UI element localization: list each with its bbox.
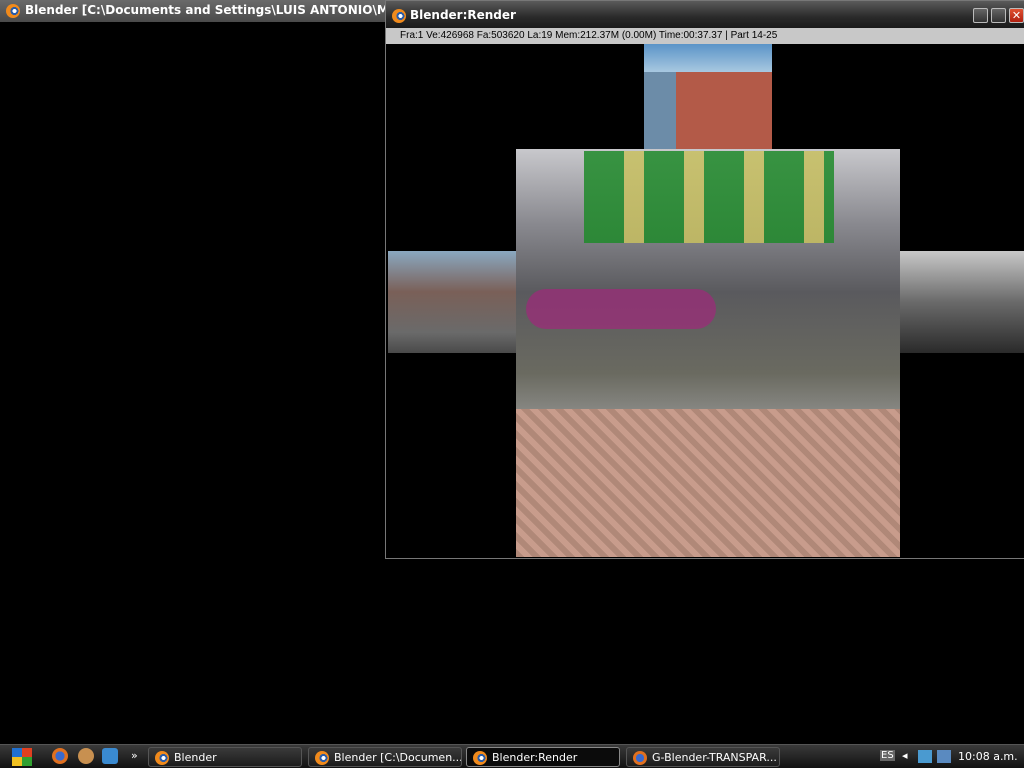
maximize-button[interactable]	[991, 8, 1006, 23]
render-tile-left	[388, 251, 516, 353]
main-window-title: Blender [C:\Documents and Settings\LUIS …	[25, 3, 393, 17]
firefox-icon[interactable]	[52, 748, 68, 764]
blender-icon	[315, 751, 329, 765]
firefox-icon	[633, 751, 647, 765]
blender-icon	[6, 3, 20, 18]
render-tile-right	[900, 251, 1024, 353]
minimize-button[interactable]	[973, 8, 988, 23]
render-tile-top	[644, 44, 772, 149]
main-window-titlebar[interactable]: Blender [C:\Documents and Settings\LUIS …	[0, 0, 400, 22]
render-window-titlebar[interactable]: Blender:Render ✕	[386, 1, 1024, 28]
blender-icon	[392, 8, 406, 23]
task-firefox[interactable]: G-Blender-TRANSPAR...	[626, 747, 780, 767]
taskbar: » Blender Blender [C:\Documen... Blender…	[0, 744, 1024, 768]
network-icon[interactable]	[937, 750, 951, 763]
app-icon[interactable]	[102, 748, 118, 764]
task-blender-render[interactable]: Blender:Render	[466, 747, 620, 767]
task-blender[interactable]: Blender	[148, 747, 302, 767]
task-blender-file[interactable]: Blender [C:\Documen...	[308, 747, 462, 767]
close-button[interactable]: ✕	[1009, 8, 1024, 23]
render-status-line: Fra:1 Ve:426968 Fa:503620 La:19 Mem:212.…	[386, 28, 1024, 44]
clock: 10:08 a.m.	[958, 750, 1018, 763]
quicklaunch-more-button[interactable]: »	[131, 749, 138, 762]
tray-icon[interactable]	[918, 750, 932, 763]
render-tile-main	[516, 149, 900, 557]
blender-icon	[473, 751, 487, 765]
render-window[interactable]: Blender:Render ✕ Fra:1 Ve:426968 Fa:5036…	[385, 0, 1024, 559]
start-button[interactable]	[12, 748, 32, 766]
render-window-title: Blender:Render	[410, 8, 516, 22]
app-icon[interactable]	[78, 748, 94, 764]
render-canvas	[386, 44, 1024, 558]
blender-icon	[155, 751, 169, 765]
language-indicator[interactable]: ES	[880, 750, 895, 761]
tray-expand-arrow[interactable]: ◂	[902, 749, 908, 762]
